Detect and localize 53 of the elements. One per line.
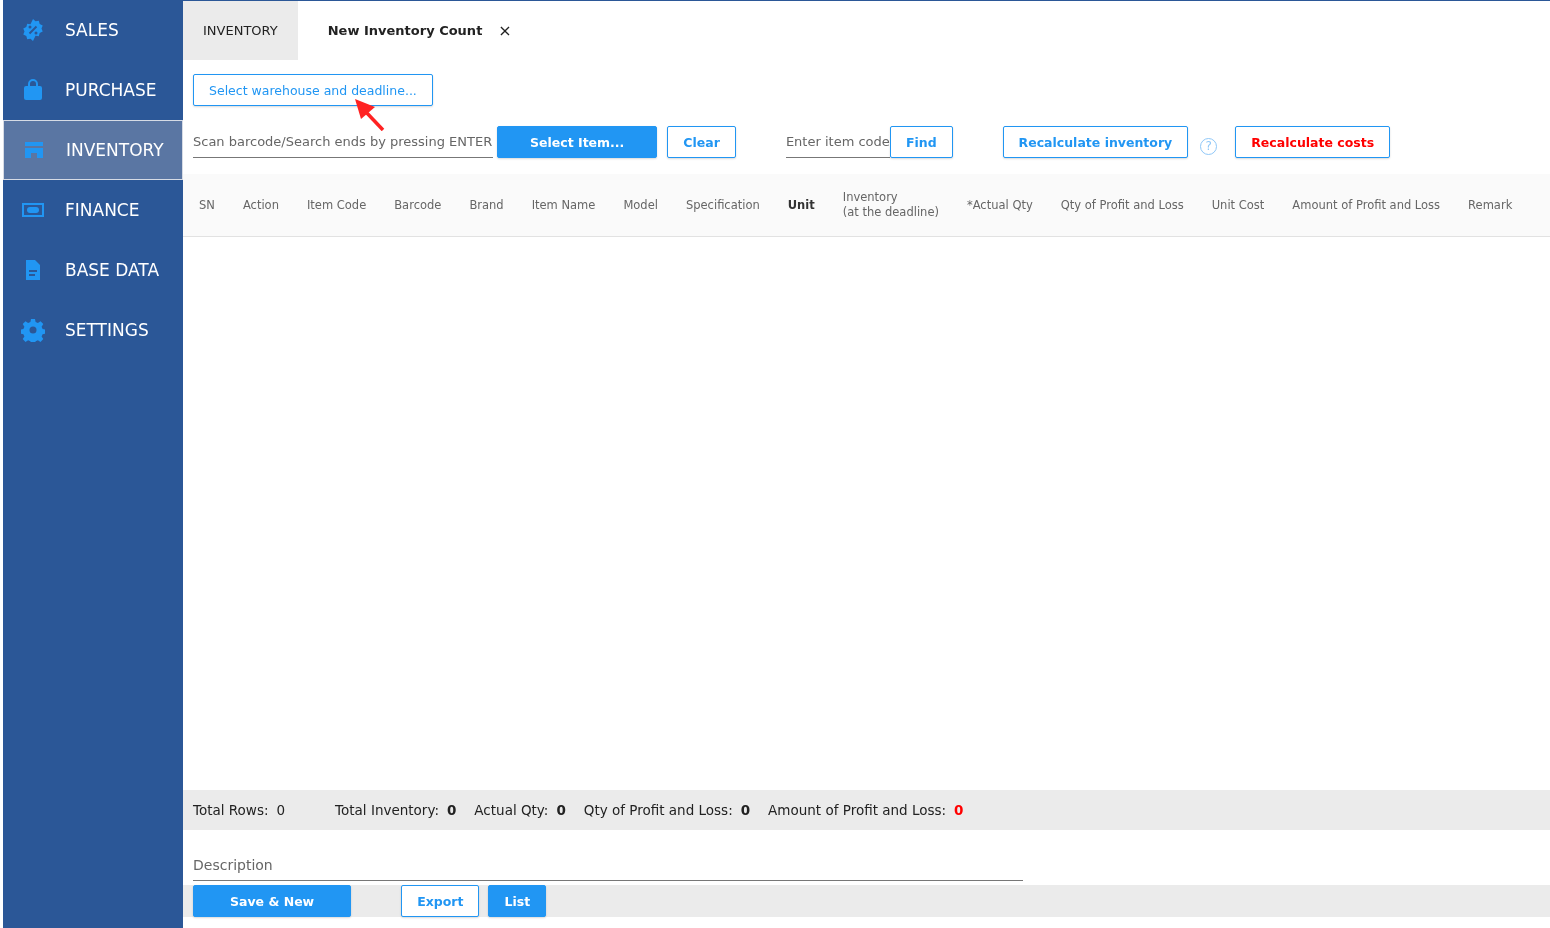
column-header: Item Code <box>306 197 368 213</box>
total-label: Amount of Profit and Loss: <box>768 802 947 818</box>
column-header: Action <box>242 197 280 213</box>
total-label: Actual Qty: <box>474 802 549 818</box>
toolbar-button[interactable]: Clear <box>667 126 736 158</box>
action-button[interactable]: Export <box>401 885 480 917</box>
tab[interactable]: INVENTORY <box>183 1 298 60</box>
toolbar-button[interactable]: Select Item... <box>497 126 658 158</box>
column-header: Unit <box>787 197 816 213</box>
total-value: 0 <box>954 802 964 818</box>
column-header: Remark <box>1468 197 1514 213</box>
shopping-bag-icon <box>21 78 45 102</box>
toolbar-button[interactable]: Recalculate inventory <box>1002 126 1189 158</box>
total-value: 0 <box>276 802 286 818</box>
sidebar-item[interactable]: BASE DATA <box>3 240 183 300</box>
sidebar-label: PURCHASE <box>65 80 157 100</box>
column-header: Unit Cost <box>1211 197 1266 213</box>
sidebar-label: SETTINGS <box>65 320 149 340</box>
column-header: Item Name <box>531 197 597 213</box>
annotation-arrow <box>355 99 385 131</box>
toolbar-button[interactable]: Recalculate costs <box>1235 126 1391 158</box>
total-value: 0 <box>446 802 457 818</box>
sidebar-label: FINANCE <box>65 200 140 220</box>
percent-badge-icon <box>21 18 45 42</box>
sidebar-item[interactable]: SALES <box>3 0 183 60</box>
action-button[interactable]: Save & New <box>193 885 352 917</box>
column-header: Specification <box>685 197 761 213</box>
total-label: Total Inventory: <box>335 802 439 818</box>
total-label: Total Rows: <box>193 802 269 818</box>
column-header: Model <box>623 197 659 213</box>
column-header: Brand <box>469 197 505 213</box>
sidebar-item[interactable]: PURCHASE <box>3 60 183 120</box>
close-button[interactable]: × <box>498 21 512 40</box>
sidebar-item[interactable]: SETTINGS <box>3 300 183 360</box>
toolbar-button[interactable]: Find <box>889 126 953 158</box>
column-header: Inventory (at the deadline) <box>842 190 940 220</box>
sidebar-label: SALES <box>65 20 119 40</box>
total-label: Qty of Profit and Loss: <box>583 802 733 818</box>
column-header: Barcode <box>394 197 443 213</box>
sidebar-label: BASE DATA <box>65 260 160 280</box>
sidebar-label: INVENTORY <box>66 140 164 160</box>
column-header: Amount of Profit and Loss <box>1292 197 1442 213</box>
total-value: 0 <box>556 802 566 818</box>
action-button[interactable]: List <box>488 885 547 917</box>
total-value: 0 <box>740 802 751 818</box>
settings-icon <box>21 318 45 342</box>
sidebar-item[interactable]: FINANCE <box>3 180 183 240</box>
column-header: *Actual Qty <box>966 197 1034 213</box>
warehouse-button[interactable]: Select warehouse and deadline... <box>193 74 433 106</box>
column-header: Qty of Profit and Loss <box>1060 197 1185 213</box>
column-header: SN <box>199 197 216 213</box>
sidebar-item[interactable]: INVENTORY <box>3 120 183 180</box>
tab-label: New Inventory Count <box>327 23 483 38</box>
